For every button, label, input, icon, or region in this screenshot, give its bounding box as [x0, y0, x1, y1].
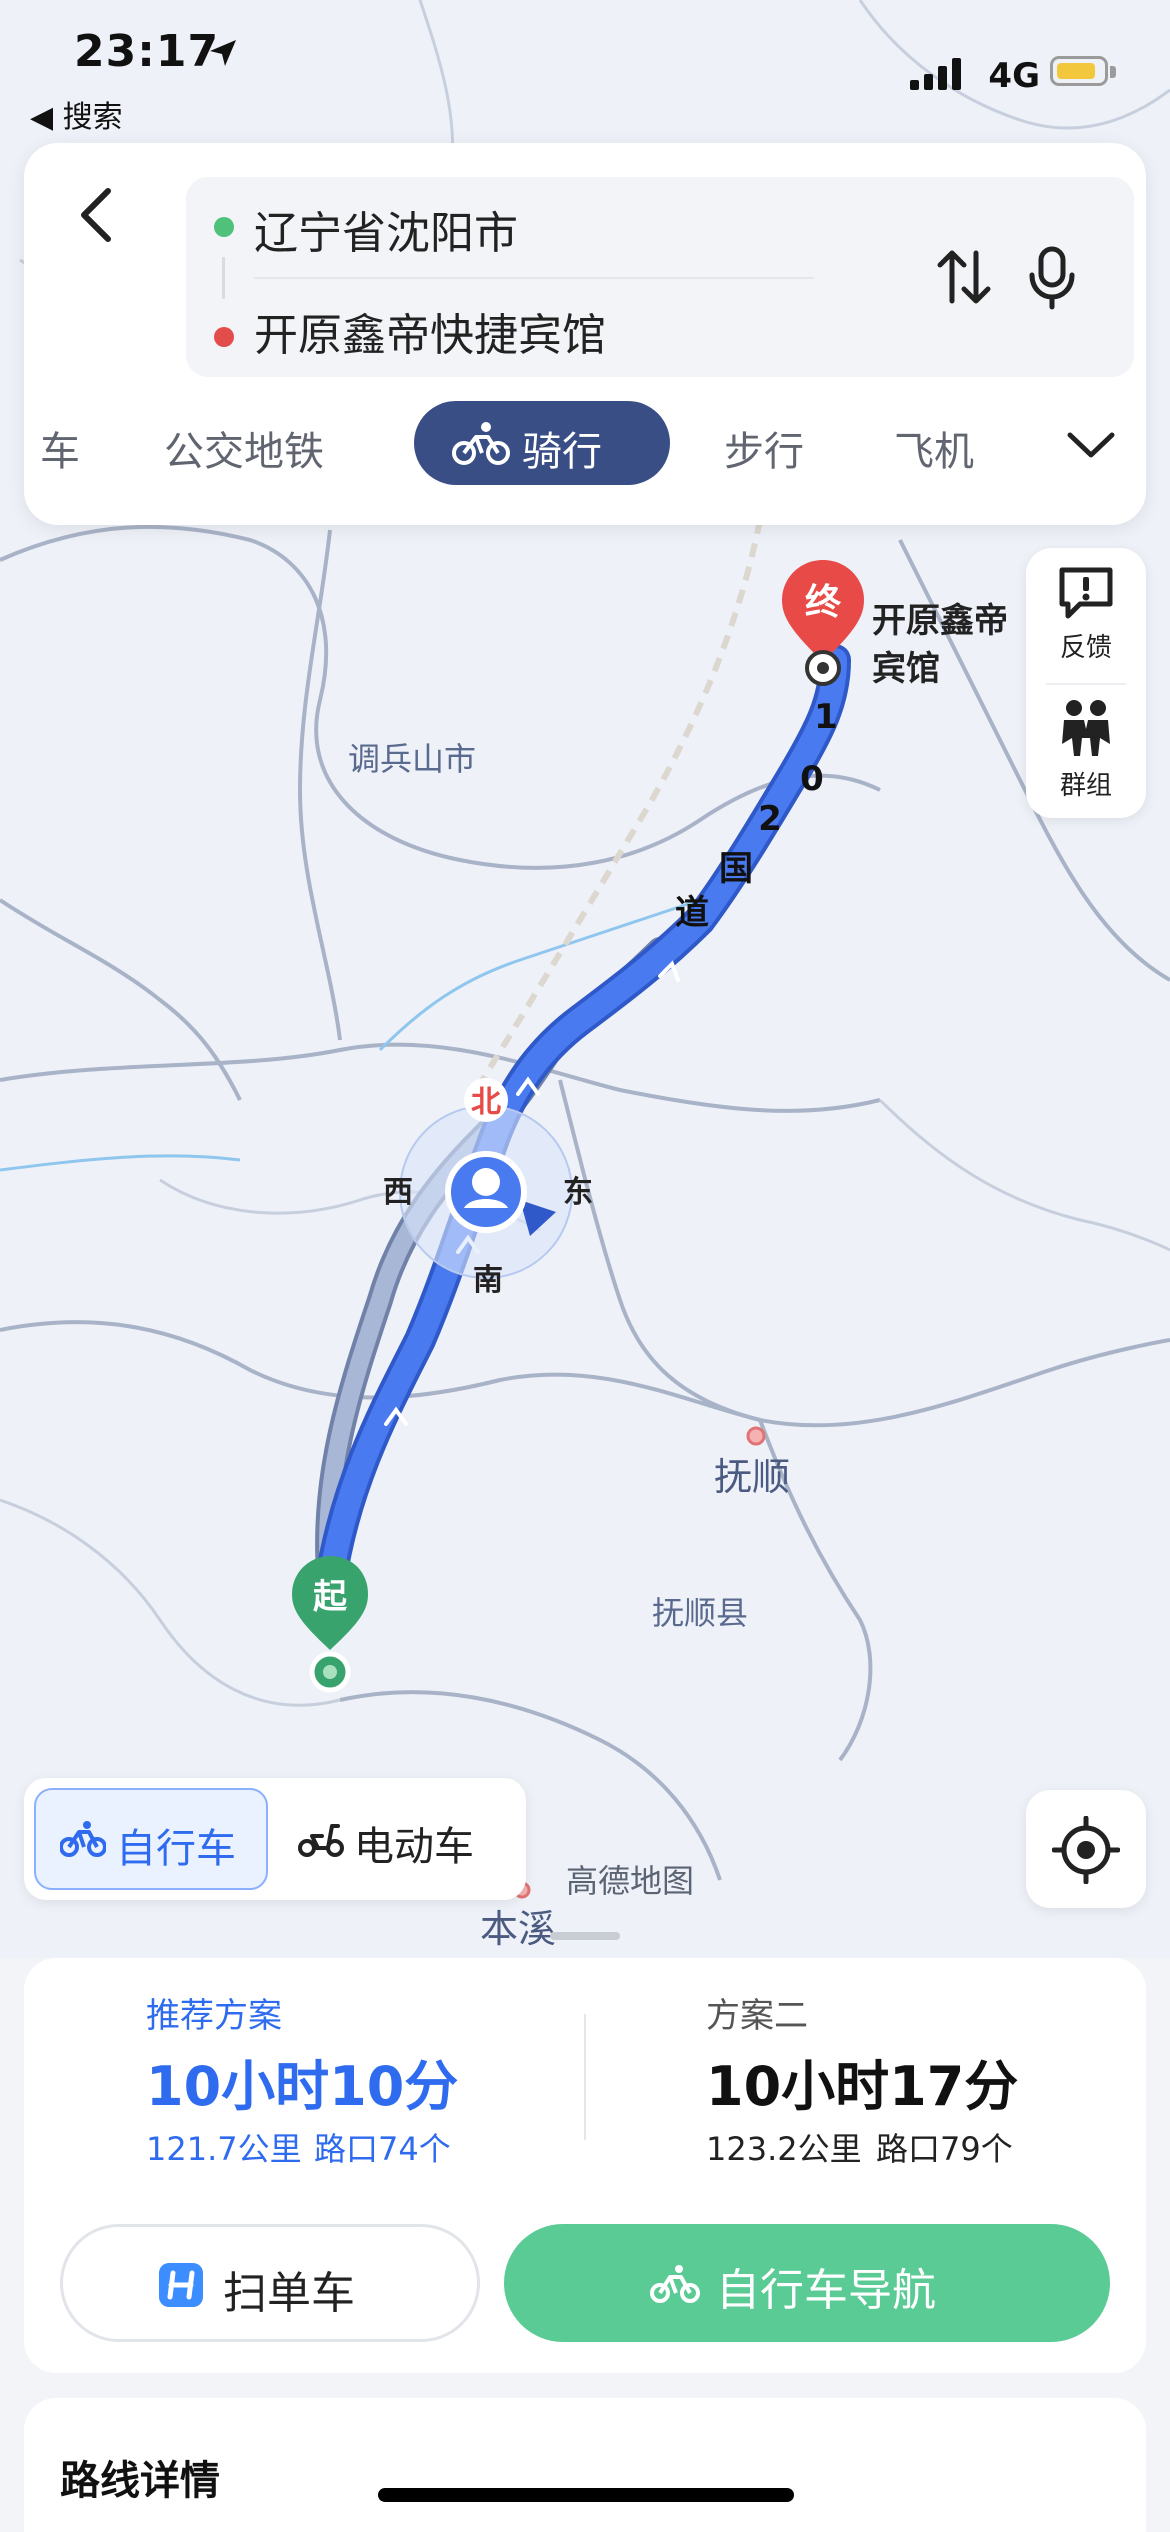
route-results-sheet: 推荐方案 10小时10分 121.7公里 路口74个 方案二 10小时17分 1…	[0, 1932, 1170, 2532]
tab-walk[interactable]: 步行	[724, 419, 804, 477]
plan-tag: 推荐方案	[146, 1996, 282, 2036]
tab-cycling-label: 骑行	[522, 429, 602, 475]
map-side-panel: 反馈 群组	[1026, 548, 1146, 818]
plan-duration: 10小时17分	[706, 2055, 1019, 2118]
svg-text:起: 起	[313, 1577, 348, 1617]
plan-tag: 方案二	[706, 1996, 808, 2036]
group-icon	[1062, 700, 1110, 756]
tab-car[interactable]: 车	[40, 419, 80, 477]
end-label: 开原鑫帝	[872, 601, 1008, 641]
chevron-down-icon[interactable]	[1064, 421, 1118, 465]
network-type: 4G	[988, 56, 1040, 96]
status-time: 23:17	[74, 26, 220, 77]
plan-junctions: 路口74个	[314, 2130, 451, 2168]
svg-text:西: 西	[383, 1175, 413, 1210]
map-watermark: 高德地图	[566, 1862, 694, 1900]
back-to-app-link[interactable]: ◀ 搜索	[30, 92, 123, 136]
ebike-option[interactable]: 电动车	[278, 1788, 516, 1890]
travel-mode-tabs: 车 公交地铁 骑行 步行 飞机	[24, 401, 1146, 491]
group-button[interactable]: 群组	[1026, 698, 1146, 802]
tab-transit[interactable]: 公交地铁	[164, 419, 324, 477]
ebike-label: 电动车	[354, 1824, 474, 1870]
swap-icon[interactable]	[936, 245, 992, 309]
battery-icon	[1050, 56, 1108, 86]
locate-me-button[interactable]	[1026, 1790, 1146, 1908]
bicycle-option[interactable]: 自行车	[34, 1788, 268, 1890]
plan-alternative[interactable]: 方案二 10小时17分 123.2公里 路口79个	[586, 1958, 1146, 2198]
scan-bike-label: 扫单车	[223, 2268, 355, 2319]
destination-dot	[214, 327, 234, 347]
bicycle-icon	[60, 1821, 106, 1857]
plan-junctions: 路口79个	[876, 2130, 1013, 2168]
svg-text:2: 2	[758, 799, 782, 839]
svg-text:东: 东	[563, 1175, 593, 1210]
feedback-label: 反馈	[1059, 633, 1112, 663]
route-plans-card: 推荐方案 10小时10分 121.7公里 路口74个 方案二 10小时17分 1…	[24, 1958, 1146, 2373]
feedback-button[interactable]: 反馈	[1026, 564, 1146, 664]
scan-bike-button[interactable]: 扫单车	[60, 2224, 480, 2342]
route-inputs: 辽宁省沈阳市 开原鑫帝快捷宾馆	[186, 177, 1134, 377]
location-arrow-icon	[210, 40, 236, 66]
back-chevron-icon[interactable]	[64, 179, 134, 249]
home-indicator[interactable]	[378, 2488, 794, 2502]
place-label: 抚顺县	[652, 1594, 748, 1632]
vehicle-toggle: 自行车 电动车	[24, 1778, 526, 1900]
status-bar: 23:17 ◀ 搜索 4G	[0, 0, 1170, 140]
origin-dot	[214, 217, 234, 237]
svg-text:终: 终	[805, 582, 842, 623]
svg-text:北: 北	[471, 1085, 501, 1120]
sheet-drag-handle[interactable]	[550, 1932, 620, 1940]
signal-bars-icon	[910, 58, 961, 90]
route-details-card[interactable]: 路线详情	[24, 2398, 1146, 2532]
destination-field[interactable]: 开原鑫帝快捷宾馆	[254, 299, 606, 363]
svg-text:0: 0	[800, 759, 824, 799]
end-label: 宾馆	[872, 649, 940, 689]
svg-text:道: 道	[675, 893, 709, 933]
bicycle-label: 自行车	[116, 1826, 236, 1872]
crosshair-icon	[1052, 1816, 1120, 1884]
route-details-title: 路线详情	[60, 2458, 220, 2504]
svg-text:1: 1	[814, 697, 838, 737]
bicycle-icon	[452, 422, 510, 465]
group-label: 群组	[1059, 771, 1112, 801]
route-search-card: 辽宁省沈阳市 开原鑫帝快捷宾馆 车 公交地铁 骑行 步行 飞机	[24, 143, 1146, 525]
place-label: 调兵山市	[348, 740, 476, 778]
scooter-icon	[298, 1824, 344, 1857]
place-label: 本溪	[480, 1907, 556, 1951]
origin-field[interactable]: 辽宁省沈阳市	[254, 197, 518, 261]
plan-recommended[interactable]: 推荐方案 10小时10分 121.7公里 路口74个	[24, 1958, 584, 2198]
bike-navigation-label: 自行车导航	[716, 2265, 936, 2316]
plan-distance: 123.2公里	[706, 2130, 862, 2168]
city-dot	[746, 1426, 766, 1446]
tab-flight[interactable]: 飞机	[894, 419, 974, 477]
place-label: 抚顺	[714, 1455, 790, 1499]
svg-text:南: 南	[473, 1263, 503, 1298]
plan-distance: 121.7公里	[146, 2130, 302, 2168]
feedback-icon	[1059, 567, 1113, 619]
microphone-icon[interactable]	[1026, 245, 1078, 311]
bike-share-logo-icon	[159, 2263, 203, 2307]
tab-cycling[interactable]: 骑行	[414, 401, 670, 485]
bicycle-icon	[650, 2265, 700, 2303]
bike-navigation-button[interactable]: 自行车导航	[504, 2224, 1110, 2342]
plan-duration: 10小时10分	[146, 2055, 459, 2118]
svg-text:国: 国	[719, 849, 753, 889]
